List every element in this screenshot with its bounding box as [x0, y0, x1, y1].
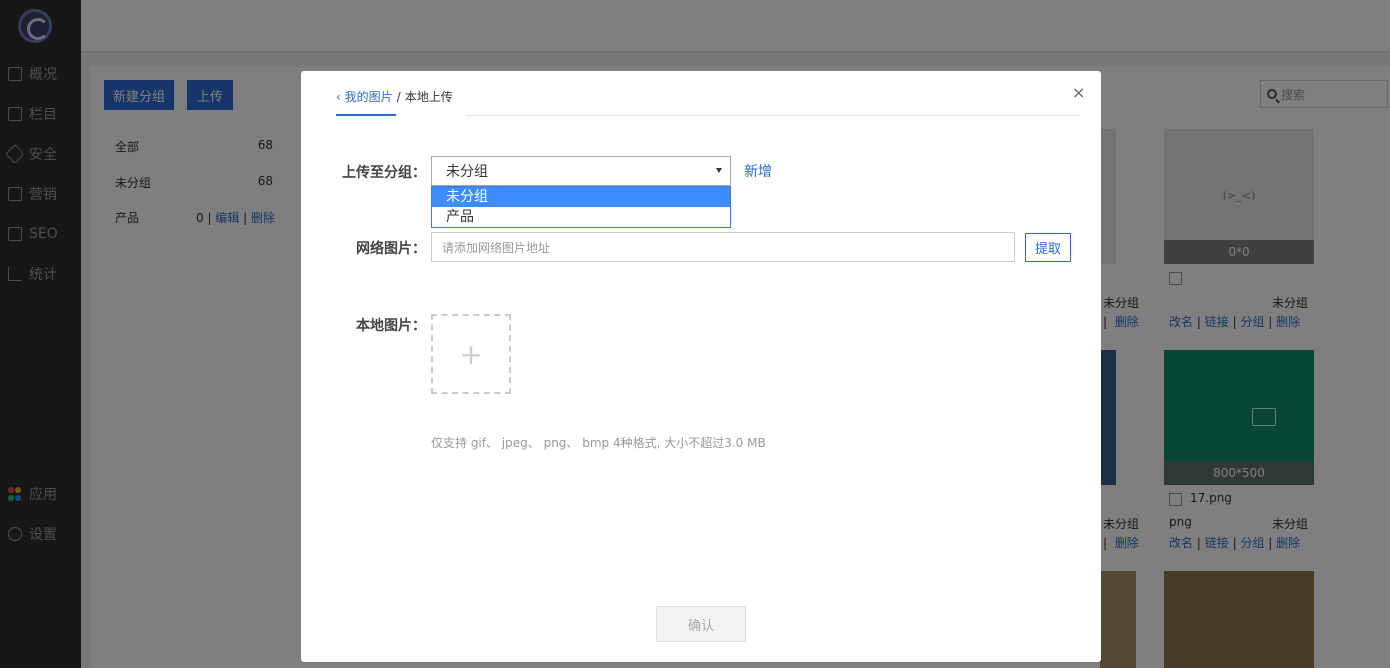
- plus-icon: +: [459, 337, 483, 371]
- back-link[interactable]: ‹ 我的图片: [336, 88, 393, 105]
- upload-dialog: × ‹ 我的图片 / 本地上传 上传至分组： 未分组 未分组 产品 新增 网络图…: [301, 71, 1101, 662]
- add-group-link[interactable]: 新增: [744, 161, 772, 181]
- format-hint: 仅支持 gif、 jpeg、 png、 bmp 4种格式, 大小不超过3.0 M…: [431, 436, 766, 450]
- dropdown-option-products[interactable]: 产品: [432, 207, 730, 227]
- confirm-button[interactable]: 确认: [656, 606, 746, 642]
- local-image-label: 本地图片：: [356, 318, 426, 334]
- breadcrumb: ‹ 我的图片 / 本地上传: [336, 88, 453, 105]
- upload-dropzone[interactable]: +: [431, 314, 511, 394]
- caret-down-icon: [716, 168, 722, 173]
- group-dropdown: 未分组 产品: [431, 186, 731, 228]
- group-select[interactable]: 未分组: [431, 156, 731, 186]
- web-image-label: 网络图片：: [356, 241, 426, 257]
- fetch-button[interactable]: 提取: [1025, 233, 1071, 262]
- close-icon[interactable]: ×: [1072, 83, 1085, 102]
- upload-to-group-label: 上传至分组：: [342, 165, 426, 181]
- breadcrumb-current: 本地上传: [404, 90, 453, 104]
- divider-gap: [396, 115, 466, 116]
- web-image-url-input[interactable]: 请添加网络图片地址: [431, 232, 1015, 262]
- active-tab-indicator: [336, 114, 396, 116]
- dropdown-option-ungrouped[interactable]: 未分组: [432, 187, 730, 207]
